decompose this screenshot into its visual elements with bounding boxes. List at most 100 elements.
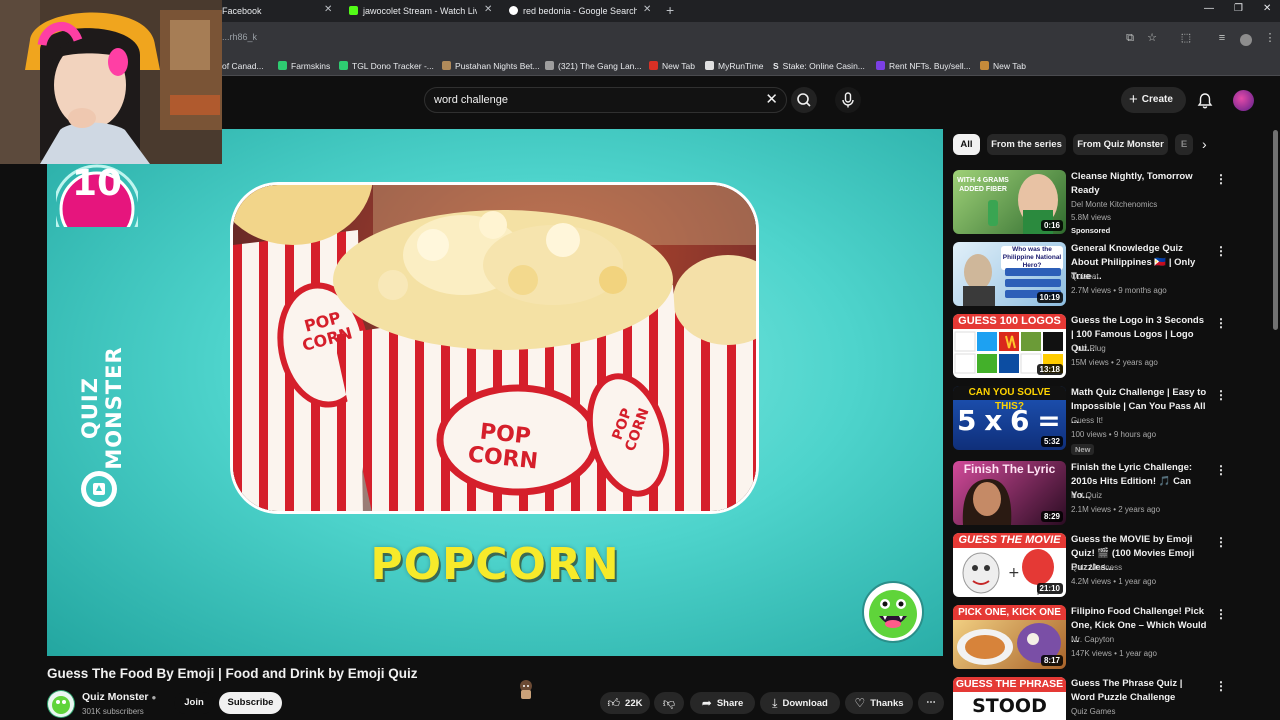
browser-menu-icon[interactable]: ⋮ bbox=[1263, 31, 1277, 45]
video-thumbnail[interactable]: Finish The Lyric 8:29 bbox=[953, 461, 1066, 525]
recommendation-meta: 5.8M views bbox=[1071, 213, 1112, 222]
recommendation-item[interactable]: CAN YOU SOLVE THIS? 5 x 6 = ? 5:32 Math … bbox=[953, 386, 1233, 455]
video-thumbnail[interactable]: Who was the Philippine National Hero? 10… bbox=[953, 242, 1066, 306]
recommendation-channel: Quizeat bbox=[1071, 272, 1099, 281]
clear-search-icon[interactable]: ✕ bbox=[765, 91, 778, 109]
channel-avatar[interactable] bbox=[47, 690, 75, 718]
notifications-bell-icon[interactable] bbox=[1196, 92, 1214, 110]
bookmark-item[interactable]: Rent NFTs. Buy/sell... bbox=[876, 59, 971, 73]
create-button[interactable]: + Create bbox=[1121, 87, 1186, 113]
channel-name-row[interactable]: Quiz Monster ● bbox=[82, 691, 156, 703]
google-favicon-icon bbox=[509, 6, 518, 15]
account-avatar[interactable] bbox=[1233, 90, 1254, 111]
duration-badge: 21:10 bbox=[1036, 583, 1063, 594]
new-tab-icon[interactable]: + bbox=[666, 2, 674, 18]
more-actions-button[interactable]: ⋯ bbox=[918, 692, 944, 714]
video-thumbnail[interactable]: PICK ONE, KICK ONE 8:17 bbox=[953, 605, 1066, 669]
extensions-icon[interactable]: ⬚ bbox=[1179, 31, 1193, 45]
bookmark-item[interactable]: Pustahan Nights Bet... bbox=[442, 59, 540, 73]
video-player[interactable]: 10 QUIZ MONSTER POP CORN POP CORN POP CO… bbox=[47, 129, 943, 656]
thanks-button[interactable]: ♡ Thanks bbox=[845, 692, 913, 714]
chip-from-the-series[interactable]: From the series bbox=[987, 134, 1066, 155]
more-vert-icon[interactable]: ⋮ bbox=[1215, 535, 1227, 549]
like-button[interactable]: 👍︎ 22K bbox=[600, 692, 650, 714]
more-vert-icon[interactable]: ⋮ bbox=[1215, 679, 1227, 693]
more-vert-icon[interactable]: ⋮ bbox=[1215, 463, 1227, 477]
like-count: 22K bbox=[625, 698, 643, 709]
voice-search-button[interactable] bbox=[835, 87, 861, 113]
tab-jawocolet-stream[interactable]: jawocolet Stream - Watch Live bbox=[349, 2, 477, 20]
page-scrollbar[interactable] bbox=[1273, 130, 1278, 330]
bookmark-item[interactable]: of Canad... bbox=[222, 59, 264, 73]
video-thumbnail[interactable]: GUESS 100 LOGOS 13:18 bbox=[953, 314, 1066, 378]
cast-icon[interactable]: ⧉ bbox=[1123, 31, 1137, 45]
recommendation-item[interactable]: PICK ONE, KICK ONE 8:17 Filipino Food Ch… bbox=[953, 605, 1233, 671]
more-vert-icon[interactable]: ⋮ bbox=[1215, 244, 1227, 258]
close-tab-icon[interactable]: ✕ bbox=[643, 4, 651, 15]
bookmark-item[interactable]: (321) The Gang Lan... bbox=[545, 59, 641, 73]
bookmark-item[interactable]: TGL Dono Tracker -... bbox=[339, 59, 434, 73]
newtab-favicon-icon bbox=[649, 61, 658, 70]
chip-all[interactable]: All bbox=[953, 134, 980, 155]
more-vert-icon[interactable]: ⋮ bbox=[1215, 388, 1227, 402]
bookmark-item[interactable]: Farmskins bbox=[278, 59, 330, 73]
recommendation-item[interactable]: GUESS THE MOVIE + 21:10 Guess the MOVIE … bbox=[953, 533, 1233, 599]
chip-from-quiz-monster[interactable]: From Quiz Monster bbox=[1073, 134, 1168, 155]
thumbnail-subtext: STOOD bbox=[972, 695, 1047, 717]
subscribe-button[interactable]: Subscribe bbox=[219, 692, 282, 714]
bookmark-item[interactable]: MyRunTime bbox=[705, 59, 764, 73]
recommendation-title: Guess The Phrase Quiz | Word Puzzle Chal… bbox=[1071, 678, 1183, 703]
close-tab-icon[interactable]: ✕ bbox=[324, 4, 332, 15]
quiz-monster-mascot bbox=[861, 578, 925, 646]
bookmark-item[interactable]: New Tab bbox=[980, 59, 1026, 73]
share-button[interactable]: ➦ Share bbox=[690, 692, 755, 714]
video-thumbnail[interactable]: GUESS THE PHRASE STOOD bbox=[953, 677, 1066, 720]
recommendation-item[interactable]: GUESS 100 LOGOS 13:18 Guess the Logo in … bbox=[953, 314, 1233, 380]
kick-favicon-icon bbox=[349, 6, 358, 15]
maximize-icon[interactable]: ❐ bbox=[1234, 3, 1243, 14]
browser-profile-icon[interactable] bbox=[1240, 34, 1252, 46]
video-thumbnail[interactable]: GUESS THE MOVIE + 21:10 bbox=[953, 533, 1066, 597]
bookmark-item[interactable]: New Tab bbox=[649, 59, 695, 73]
url-field[interactable]: ...rh86_k bbox=[222, 32, 257, 42]
dislike-button[interactable]: 👎︎ bbox=[654, 692, 684, 714]
recommendation-meta: 15M views • 2 years ago bbox=[1071, 358, 1158, 367]
subscribe-label: Subscribe bbox=[227, 697, 274, 708]
chevron-right-icon[interactable]: › bbox=[1202, 136, 1207, 152]
join-button[interactable]: Join bbox=[174, 692, 214, 714]
recommendation-item[interactable]: Finish The Lyric 8:29 Finish the Lyric C… bbox=[953, 461, 1233, 527]
video-thumbnail[interactable]: CAN YOU SOLVE THIS? 5 x 6 = ? 5:32 bbox=[953, 386, 1066, 450]
newtab-favicon-icon bbox=[980, 61, 989, 70]
search-button[interactable] bbox=[791, 87, 817, 113]
reading-list-icon[interactable]: ≡ bbox=[1215, 31, 1229, 45]
related-filter-chips: All From the series From Quiz Monster E … bbox=[953, 134, 1223, 156]
answer-text: POPCORN bbox=[370, 539, 620, 590]
recommendation-meta: 2.1M views • 2 years ago bbox=[1071, 505, 1161, 514]
tab-google-search[interactable]: red bedonia - Google Search bbox=[509, 2, 637, 20]
more-vert-icon[interactable]: ⋮ bbox=[1215, 607, 1227, 621]
bookmark-star-icon[interactable]: ☆ bbox=[1145, 31, 1159, 45]
recommendation-item[interactable]: Who was the Philippine National Hero? 10… bbox=[953, 242, 1233, 308]
microphone-icon bbox=[842, 92, 854, 108]
chip-partial[interactable]: E bbox=[1175, 134, 1193, 155]
bookmark-item[interactable]: S Stake: Online Casin... bbox=[773, 59, 865, 73]
more-vert-icon[interactable]: ⋮ bbox=[1215, 172, 1227, 186]
more-vert-icon[interactable]: ⋮ bbox=[1215, 316, 1227, 330]
video-thumbnail[interactable]: WITH 4 GRAMS ADDED FIBER 0:16 bbox=[953, 170, 1066, 234]
download-button[interactable]: ⤓ Download bbox=[760, 692, 840, 714]
close-window-icon[interactable]: ✕ bbox=[1263, 3, 1271, 14]
tab-facebook[interactable]: Facebook bbox=[222, 2, 322, 20]
recommendation-item[interactable]: WITH 4 GRAMS ADDED FIBER 0:16 Cleanse Ni… bbox=[953, 170, 1233, 236]
search-input[interactable]: word challenge ✕ bbox=[424, 87, 787, 113]
duration-badge: 5:32 bbox=[1040, 436, 1063, 447]
recommendation-meta: 147K views • 1 year ago bbox=[1071, 649, 1157, 658]
youtube-favicon-icon bbox=[545, 61, 554, 70]
sponsored-badge: Sponsored bbox=[1071, 226, 1111, 235]
recommendation-channel: Quiz Games bbox=[1071, 707, 1116, 716]
duration-badge: 8:17 bbox=[1040, 655, 1063, 666]
close-tab-icon[interactable]: ✕ bbox=[484, 4, 492, 15]
bookmark-label: MyRunTime bbox=[718, 61, 764, 71]
recommendation-channel: Del Monte Kitchenomics bbox=[1071, 200, 1158, 209]
recommendation-item[interactable]: GUESS THE PHRASE STOOD Guess The Phrase … bbox=[953, 677, 1233, 720]
minimize-icon[interactable]: — bbox=[1204, 3, 1214, 14]
